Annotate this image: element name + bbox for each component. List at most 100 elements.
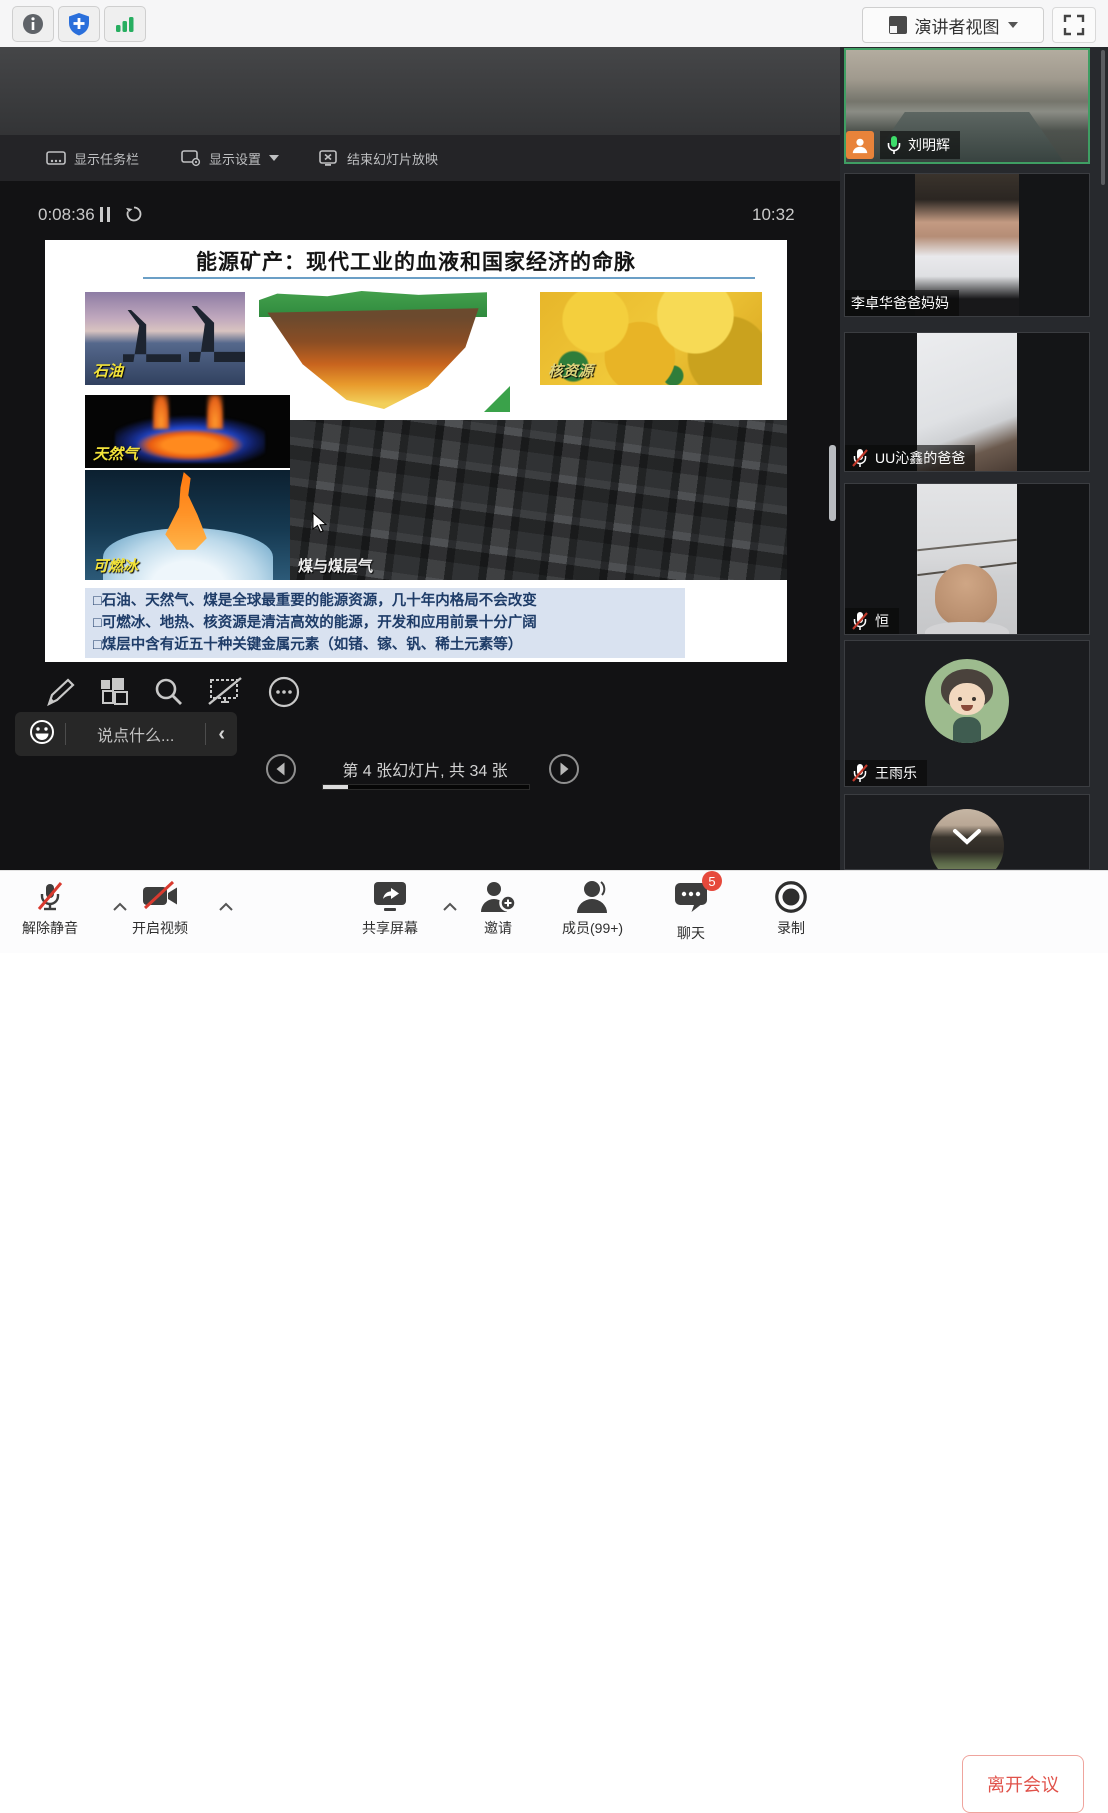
camera-off-icon	[139, 879, 181, 915]
share-screen-label: 共享屏幕	[362, 918, 418, 938]
slide-thumbnails-icon[interactable]	[99, 677, 131, 707]
meeting-toolbar: 解除静音 开启视频 共享屏幕 邀请	[0, 870, 1108, 953]
audio-options-chevron[interactable]	[112, 899, 128, 917]
elapsed-time: 0:08:36	[38, 205, 95, 225]
mic-muted-icon	[32, 879, 68, 915]
title-underline	[143, 277, 755, 279]
mic-muted-icon	[851, 611, 869, 631]
gas-label: 天然气	[93, 443, 138, 464]
shield-plus-icon	[68, 12, 90, 36]
next-slide-button[interactable]	[548, 753, 580, 785]
show-taskbar-button[interactable]: 显示任务栏	[46, 149, 139, 168]
end-slideshow-button[interactable]: 结束幻灯片放映	[319, 149, 438, 168]
record-icon	[772, 879, 810, 915]
participants-sidebar: 刘明辉 李卓华爸爸妈妈 UU沁鑫的爸爸 恒	[840, 47, 1108, 870]
signal-strength-icon	[114, 14, 136, 34]
nuclear-label: 核资源	[548, 360, 593, 381]
members-label: 成员(99+)	[562, 918, 623, 938]
info-icon	[22, 13, 44, 35]
mic-muted-icon	[851, 448, 869, 468]
annotation-toolbar	[45, 675, 301, 709]
pause-icon[interactable]	[100, 207, 110, 222]
shared-screen-area: 显示任务栏 显示设置 结束幻灯片放映 0:08:36 10:32 能源矿产：现代…	[0, 47, 840, 870]
chevron-down-icon	[269, 155, 279, 161]
slide-image-gas: 天然气	[85, 395, 290, 468]
chat-button[interactable]: 5 聊天	[672, 879, 710, 943]
chat-input-placeholder[interactable]: 说点什么...	[66, 722, 205, 746]
slide-position-text: 第 4 张幻灯片, 共 34 张	[300, 757, 550, 781]
slide-progress-fill	[323, 785, 348, 789]
participant-tile-wangyule[interactable]: 王雨乐	[844, 640, 1090, 787]
members-button[interactable]: 成员(99+)	[562, 879, 623, 938]
slide-image-nuclear: 核资源	[540, 292, 762, 385]
host-badge-icon	[846, 131, 874, 159]
speaker-view-icon	[889, 16, 907, 34]
slide-image-ice: 可燃冰	[85, 470, 290, 580]
view-mode-dropdown[interactable]: 演讲者视图	[862, 7, 1044, 43]
display-settings-button[interactable]: 显示设置	[181, 149, 279, 168]
record-button[interactable]: 录制	[772, 879, 810, 938]
participant-video	[917, 484, 1017, 634]
invite-button[interactable]: 邀请	[478, 879, 518, 938]
sidebar-scrollbar-thumb[interactable]	[1101, 50, 1105, 185]
slide-bullet-box: □石油、天然气、煤是全球最重要的能源资源，几十年内格局不会改变 □可燃冰、地热、…	[85, 588, 685, 658]
bullet-2: □可燃冰、地热、核资源是清洁高效的能源，开发和应用前景十分广阔	[93, 612, 677, 634]
scroll-down-icon[interactable]	[950, 827, 984, 847]
quick-chat-bar[interactable]: 说点什么... ‹	[15, 712, 237, 756]
display-settings-label: 显示设置	[209, 149, 261, 168]
video-options-chevron[interactable]	[218, 899, 234, 917]
ice-label: 可燃冰	[93, 555, 138, 576]
participant-tile-liuminghui[interactable]: 刘明辉	[844, 48, 1090, 164]
network-quality-button[interactable]	[104, 6, 146, 42]
bullet-3: □煤层中含有近五十种关键金属元素（如锗、镓、钒、稀土元素等）	[93, 634, 677, 656]
slide-progress-bar	[322, 784, 530, 790]
presentation-window-top	[0, 47, 840, 135]
end-slideshow-icon	[319, 150, 339, 167]
share-screen-button[interactable]: 共享屏幕	[362, 879, 418, 938]
slide-title: 能源矿产：现代工业的血液和国家经济的命脉	[45, 246, 787, 276]
black-screen-icon[interactable]	[207, 676, 245, 708]
collapse-chat-icon[interactable]: ‹	[206, 723, 237, 746]
slide-image-coal: 煤与煤层气	[290, 420, 787, 580]
start-video-label: 开启视频	[132, 918, 188, 938]
bullet-1: □石油、天然气、煤是全球最重要的能源资源，几十年内格局不会改变	[93, 590, 677, 612]
end-slideshow-label: 结束幻灯片放映	[347, 149, 438, 168]
participant-name: 恒	[875, 611, 889, 631]
pen-tool-icon[interactable]	[45, 676, 77, 708]
more-tools-icon[interactable]	[267, 675, 301, 709]
participant-name: 王雨乐	[875, 763, 917, 783]
presenter-toolbar: 显示任务栏 显示设置 结束幻灯片放映	[0, 135, 840, 181]
emoji-icon[interactable]	[15, 719, 65, 750]
participant-name: 刘明辉	[908, 135, 950, 155]
participant-tile-uuqinxin[interactable]: UU沁鑫的爸爸	[844, 332, 1090, 472]
participant-name: 李卓华爸爸妈妈	[851, 293, 949, 313]
participant-tile-lizhuohua[interactable]: 李卓华爸爸妈妈	[844, 173, 1090, 317]
main-scrollbar-thumb[interactable]	[829, 445, 836, 521]
mouse-cursor	[312, 512, 328, 539]
participant-avatar	[925, 659, 1009, 743]
mic-muted-icon	[851, 763, 869, 783]
start-video-button[interactable]: 开启视频	[132, 879, 188, 938]
oil-label: 石油	[93, 360, 123, 381]
security-button[interactable]	[58, 6, 100, 42]
restart-timer-icon[interactable]	[125, 205, 143, 228]
leave-meeting-button[interactable]: 离开会议	[962, 1755, 1084, 1813]
zoom-tool-icon[interactable]	[153, 676, 185, 708]
info-button[interactable]	[12, 6, 54, 42]
slide-canvas: 能源矿产：现代工业的血液和国家经济的命脉 石油 地热 核资源 天然气 可燃冰 煤…	[45, 240, 787, 662]
taskbar-icon	[46, 150, 66, 166]
invite-label: 邀请	[484, 918, 512, 938]
display-settings-icon	[181, 150, 201, 167]
show-taskbar-label: 显示任务栏	[74, 149, 139, 168]
unmute-button[interactable]: 解除静音	[22, 879, 78, 938]
previous-slide-button[interactable]	[265, 753, 297, 785]
chat-label: 聊天	[677, 923, 705, 943]
participant-tile-heng[interactable]: 恒	[844, 483, 1090, 635]
chevron-down-icon	[1008, 22, 1018, 28]
unmute-label: 解除静音	[22, 918, 78, 938]
participant-tile-partial[interactable]	[844, 794, 1090, 870]
share-options-chevron[interactable]	[442, 899, 458, 917]
chat-unread-badge: 5	[702, 871, 722, 891]
fullscreen-button[interactable]	[1052, 7, 1096, 43]
record-label: 录制	[777, 918, 805, 938]
